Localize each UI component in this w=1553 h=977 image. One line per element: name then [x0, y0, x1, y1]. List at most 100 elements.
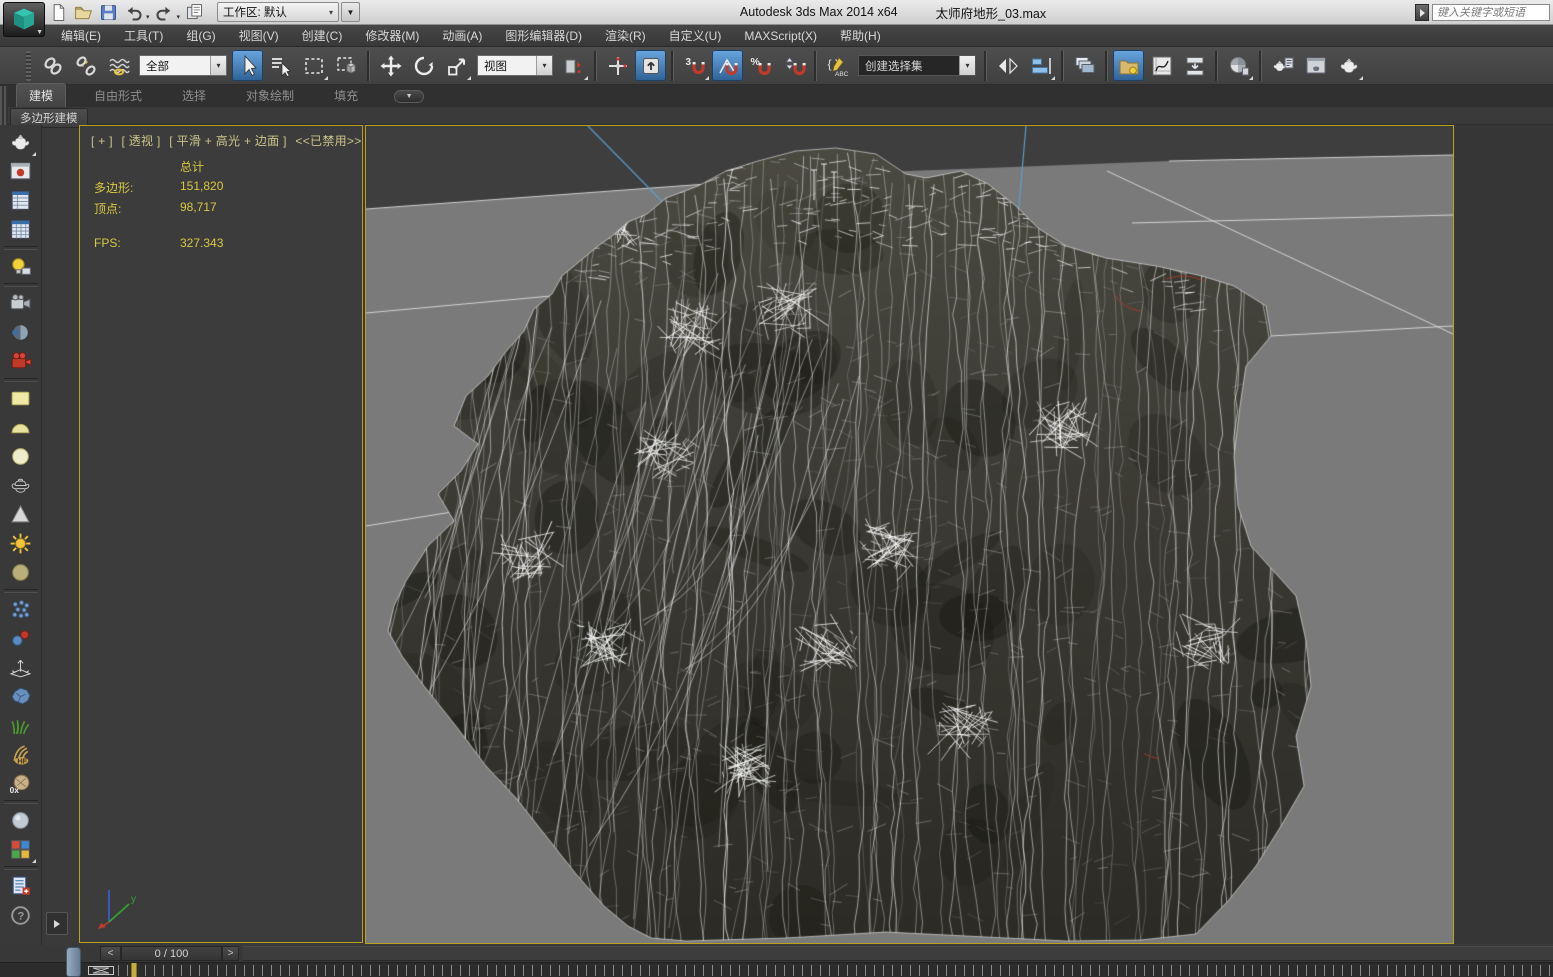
- undo-icon-flyout-caret[interactable]: ▾: [146, 13, 150, 21]
- select-and-rotate-icon[interactable]: [408, 50, 439, 81]
- ribbon-tab-4[interactable]: 填充: [322, 84, 370, 107]
- current-frame-marker[interactable]: [131, 963, 137, 977]
- viewport-menu-plus[interactable]: [ + ]: [91, 134, 113, 148]
- rock-icon[interactable]: [5, 682, 37, 711]
- cone-icon[interactable]: [5, 500, 37, 529]
- select-and-move-icon[interactable]: [375, 50, 406, 81]
- rendered-frame-icon[interactable]: [1300, 50, 1331, 81]
- menu-item-11[interactable]: 帮助(H): [831, 25, 890, 46]
- selection-set-combo[interactable]: 创建选择集 ▾: [858, 55, 976, 76]
- percent-snap-icon[interactable]: %: [745, 50, 776, 81]
- shaded-sphere-icon[interactable]: [5, 318, 37, 347]
- document-list-icon[interactable]: [5, 872, 37, 901]
- render-production-icon[interactable]: [1333, 50, 1364, 81]
- viewport-shading-label[interactable]: [ 平滑 + 高光 + 边面 ]: [169, 134, 287, 148]
- new-scene-icon[interactable]: [48, 2, 69, 23]
- menu-item-1[interactable]: 工具(T): [115, 25, 172, 46]
- sphere-icon[interactable]: [5, 442, 37, 471]
- viewport-label[interactable]: [ + ] [ 透视 ] [ 平滑 + 高光 + 边面 ] <<已禁用>>: [91, 132, 367, 149]
- use-pivot-center-icon[interactable]: [558, 50, 589, 81]
- pale-sphere-icon[interactable]: [5, 806, 37, 835]
- chevron-down-icon[interactable]: ▾: [959, 56, 975, 75]
- chevron-down-icon[interactable]: ▾: [536, 56, 552, 75]
- previous-frame-button[interactable]: <: [100, 946, 121, 961]
- plane-icon[interactable]: [5, 384, 37, 413]
- minimize-ribbon-button[interactable]: ▼: [394, 90, 425, 103]
- rectangular-selection-region-icon[interactable]: [298, 50, 329, 81]
- select-and-scale-icon[interactable]: [441, 50, 472, 81]
- time-slider[interactable]: 0 / 100: [121, 946, 222, 961]
- schematic-view-icon[interactable]: [1179, 50, 1210, 81]
- reference-coordinate-combo[interactable]: 视图 ▾: [477, 55, 553, 76]
- layer-manager-icon[interactable]: [1069, 50, 1100, 81]
- keyboard-override-icon[interactable]: [635, 50, 666, 81]
- chevron-down-icon[interactable]: ▾: [210, 56, 226, 75]
- teapot-wire-icon[interactable]: [5, 471, 37, 500]
- particles-icon[interactable]: [5, 595, 37, 624]
- select-and-link-icon[interactable]: [37, 50, 68, 81]
- search-expander-button[interactable]: [1415, 4, 1429, 21]
- camera-red-icon[interactable]: [5, 347, 37, 376]
- molecules-icon[interactable]: [5, 624, 37, 653]
- color-panels-icon[interactable]: [5, 835, 37, 864]
- select-and-manipulate-icon[interactable]: [602, 50, 633, 81]
- grass-icon[interactable]: [5, 711, 37, 740]
- selection-filter-combo[interactable]: 全部 ▾: [139, 55, 227, 76]
- undo-icon[interactable]: [123, 2, 144, 23]
- menu-item-8[interactable]: 渲染(R): [596, 25, 655, 46]
- workspace-combo[interactable]: 工作区: 默认 ▾: [217, 2, 339, 22]
- window-crossing-icon[interactable]: [331, 50, 362, 81]
- menu-item-2[interactable]: 组(G): [177, 25, 224, 46]
- track-bar[interactable]: [0, 962, 1553, 977]
- workspace-dropdown-button[interactable]: ▼: [341, 2, 360, 22]
- menu-item-0[interactable]: 编辑(E): [52, 25, 110, 46]
- align-icon[interactable]: [1025, 50, 1056, 81]
- spreadsheet-view-icon[interactable]: [5, 186, 37, 215]
- snap-toggle-3d-icon[interactable]: 3: [679, 50, 710, 81]
- menu-item-4[interactable]: 创建(C): [293, 25, 352, 46]
- space-warp-icon[interactable]: [5, 653, 37, 682]
- sphere-olive-icon[interactable]: [5, 558, 37, 587]
- mini-curve-editor-button[interactable]: [66, 947, 81, 977]
- redo-icon-flyout-caret[interactable]: ▾: [177, 13, 181, 21]
- app-menu-button[interactable]: ▼: [3, 2, 45, 37]
- search-input[interactable]: [1432, 4, 1550, 21]
- save-file-icon[interactable]: [98, 2, 119, 23]
- sun-icon[interactable]: [5, 529, 37, 558]
- scatter-brush-icon[interactable]: 0x: [5, 769, 37, 798]
- menu-item-7[interactable]: 图形编辑器(D): [496, 25, 591, 46]
- curve-editor-icon[interactable]: [1146, 50, 1177, 81]
- ribbon-tab-3[interactable]: 对象绘制: [234, 84, 306, 107]
- light-lister-icon[interactable]: [5, 252, 37, 281]
- trackbar-selection-icon[interactable]: [88, 966, 114, 975]
- ribbon-grip[interactable]: [0, 86, 8, 125]
- menu-item-3[interactable]: 视图(V): [230, 25, 288, 46]
- time-slider-rail[interactable]: [243, 946, 1553, 961]
- named-selection-sets-icon[interactable]: { } ABC: [822, 50, 853, 81]
- ribbon-tab-2[interactable]: 选择: [170, 84, 218, 107]
- hair-fur-icon[interactable]: HF: [5, 740, 37, 769]
- select-object-icon[interactable]: [232, 50, 263, 81]
- expand-panel-arrow-button[interactable]: [46, 912, 68, 935]
- unlink-selection-icon[interactable]: [70, 50, 101, 81]
- material-editor-icon[interactable]: [1223, 50, 1254, 81]
- ribbon-tab-1[interactable]: 自由形式: [82, 84, 154, 107]
- angle-snap-icon[interactable]: [712, 50, 743, 81]
- viewport-3d[interactable]: [365, 125, 1454, 944]
- toolbar-drag-handle[interactable]: [26, 50, 31, 81]
- select-by-name-icon[interactable]: [265, 50, 296, 81]
- menu-item-6[interactable]: 动画(A): [433, 25, 491, 46]
- viewport-3d-canvas[interactable]: [366, 126, 1453, 943]
- bind-to-space-warp-icon[interactable]: [103, 50, 134, 81]
- table-view-icon[interactable]: [5, 215, 37, 244]
- preview-window-icon[interactable]: [5, 157, 37, 186]
- menu-item-10[interactable]: MAXScript(X): [735, 27, 826, 45]
- camera-gray-icon[interactable]: [5, 289, 37, 318]
- open-file-icon[interactable]: [73, 2, 94, 23]
- viewport-perspective-disabled[interactable]: [ + ] [ 透视 ] [ 平滑 + 高光 + 边面 ] <<已禁用>> 总计…: [79, 125, 363, 943]
- render-teapot-icon[interactable]: [5, 128, 37, 157]
- next-frame-button[interactable]: >: [222, 946, 239, 961]
- spinner-snap-icon[interactable]: [778, 50, 809, 81]
- menu-item-9[interactable]: 自定义(U): [660, 25, 731, 46]
- redo-icon[interactable]: [154, 2, 175, 23]
